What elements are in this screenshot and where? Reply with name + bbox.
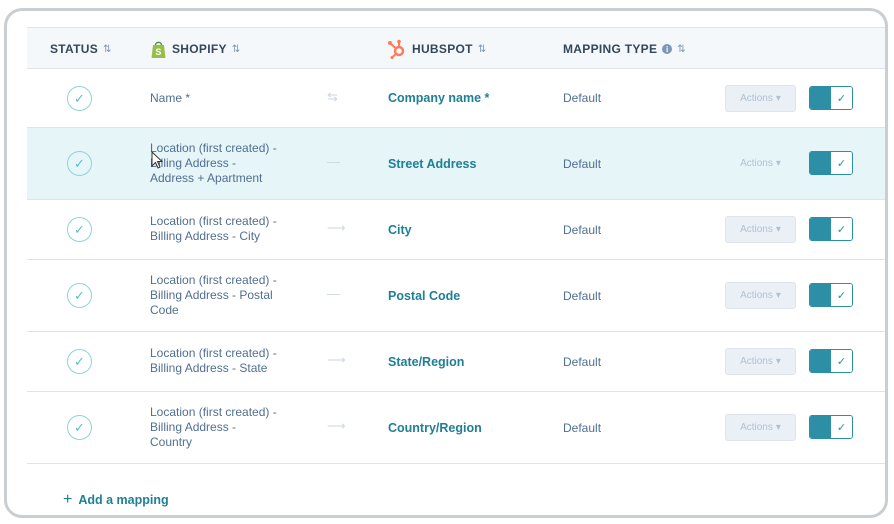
table-row: ✓ Location (first created) - Billing Add… — [27, 260, 885, 332]
hubspot-property-link[interactable]: Company name * — [388, 91, 489, 105]
sync-arrow-icon: ⟶ — [327, 352, 346, 367]
shopify-column-header[interactable]: S SHOPIFY ⇅ — [150, 28, 240, 70]
caret-down-icon: ▾ — [775, 356, 781, 367]
table-row: ✓ Location (first created) - Billing Add… — [27, 200, 885, 260]
sort-icon[interactable]: ⇅ — [232, 44, 241, 55]
check-icon: ✓ — [831, 87, 852, 109]
shopify-field-label: Location (first created) - Billing Addre… — [150, 214, 277, 243]
actions-dropdown-button[interactable]: Actions ▾ — [725, 85, 796, 112]
check-circle-icon: ✓ — [67, 217, 92, 242]
mapping-type-value: Default — [563, 289, 602, 303]
table-row: ✓ Location (first created) - Billing Add… — [27, 392, 885, 464]
mapping-toggle[interactable]: ✓ — [809, 415, 853, 439]
actions-label: Actions — [740, 93, 773, 104]
check-icon: ✓ — [831, 350, 852, 372]
plus-icon: + — [63, 491, 73, 508]
shopify-bag-icon: S — [151, 41, 166, 58]
add-mapping-button[interactable]: + Add a mapping — [63, 491, 169, 509]
check-icon: ✓ — [831, 416, 852, 438]
hubspot-property-link[interactable]: City — [388, 223, 412, 237]
check-circle-icon: ✓ — [67, 283, 92, 308]
mapping-type-value: Default — [563, 355, 602, 369]
mouse-cursor-icon — [151, 151, 163, 169]
add-mapping-label: Add a mapping — [78, 493, 169, 507]
toggle-knob — [810, 284, 831, 306]
mapping-toggle[interactable]: ✓ — [809, 217, 853, 241]
window-frame: STATUS ⇅ S SHOPIFY ⇅ HUBSPOT ⇅ MAPPING T… — [4, 8, 888, 518]
sort-icon[interactable]: ⇅ — [478, 44, 487, 55]
mapping-type-value: Default — [563, 91, 602, 105]
actions-dropdown-button[interactable]: Actions ▾ — [725, 414, 796, 441]
status-column-label: STATUS — [50, 42, 99, 56]
actions-label: Actions — [740, 356, 773, 367]
mapping-toggle[interactable]: ✓ — [809, 283, 853, 307]
check-circle-icon: ✓ — [67, 349, 92, 374]
shopify-field-label: Location (first created) - Billing Addre… — [150, 141, 277, 185]
mapping-type-value: Default — [563, 421, 602, 435]
check-circle-icon: ✓ — [67, 415, 92, 440]
mapping-toggle[interactable]: ✓ — [809, 86, 853, 110]
hubspot-column-header[interactable]: HUBSPOT ⇅ — [387, 28, 486, 70]
mapping-type-column-header[interactable]: MAPPING TYPE i ⇅ — [563, 28, 686, 70]
toggle-knob — [810, 416, 831, 438]
actions-label: Actions — [740, 422, 773, 433]
actions-label: Actions — [740, 290, 773, 301]
caret-down-icon: ▾ — [775, 290, 781, 301]
toggle-knob — [810, 152, 831, 174]
sort-icon[interactable]: ⇅ — [677, 44, 686, 55]
mapping-type-value: Default — [563, 223, 602, 237]
check-circle-icon: ✓ — [67, 86, 92, 111]
hubspot-property-link[interactable]: Country/Region — [388, 421, 482, 435]
hubspot-property-link[interactable]: State/Region — [388, 355, 464, 369]
hubspot-property-link[interactable]: Street Address — [388, 157, 476, 171]
toggle-knob — [810, 350, 831, 372]
shopify-column-label: SHOPIFY — [172, 42, 227, 56]
actions-label: Actions — [740, 224, 773, 235]
sync-arrow-icon: ⟶ — [327, 220, 346, 235]
sort-icon[interactable]: ⇅ — [103, 44, 112, 55]
sync-arrow-icon: ⇆ — [327, 89, 338, 104]
caret-down-icon: ▾ — [775, 158, 781, 169]
sync-arrow-icon: — — [327, 154, 340, 169]
toggle-knob — [810, 87, 831, 109]
table-header: STATUS ⇅ S SHOPIFY ⇅ HUBSPOT ⇅ MAPPING T… — [27, 27, 885, 70]
actions-label: Actions — [740, 158, 773, 169]
caret-down-icon: ▾ — [775, 224, 781, 235]
table-row: ✓ Name * ⇆ Company name * Default Action… — [27, 69, 885, 128]
hubspot-property-link[interactable]: Postal Code — [388, 289, 460, 303]
mapping-toggle[interactable]: ✓ — [809, 151, 853, 175]
caret-down-icon: ▾ — [775, 93, 781, 104]
actions-dropdown-button[interactable]: Actions ▾ — [725, 348, 796, 375]
shopify-field-label: Location (first created) - Billing Addre… — [150, 405, 277, 449]
shopify-field-label: Name * — [150, 91, 191, 105]
actions-dropdown-button[interactable]: Actions ▾ — [725, 216, 796, 243]
shopify-field-label: Location (first created) - Billing Addre… — [150, 346, 277, 375]
caret-down-icon: ▾ — [775, 422, 781, 433]
check-icon: ✓ — [831, 218, 852, 240]
mapping-type-column-label: MAPPING TYPE — [563, 42, 658, 56]
toggle-knob — [810, 218, 831, 240]
mapping-toggle[interactable]: ✓ — [809, 349, 853, 373]
sync-arrow-icon: — — [327, 286, 340, 301]
sync-arrow-icon: ⟶ — [327, 418, 346, 433]
mapping-type-value: Default — [563, 157, 602, 171]
check-icon: ✓ — [831, 152, 852, 174]
check-icon: ✓ — [831, 284, 852, 306]
hubspot-column-label: HUBSPOT — [412, 42, 473, 56]
svg-text:S: S — [155, 47, 161, 57]
hubspot-sprocket-icon — [388, 39, 405, 59]
actions-dropdown-button[interactable]: Actions ▾ — [725, 150, 796, 177]
shopify-field-label: Location (first created) - Billing Addre… — [150, 273, 277, 317]
info-icon[interactable]: i — [662, 44, 673, 54]
table-row: ✓ Location (first created) - Billing Add… — [27, 332, 885, 392]
status-column-header[interactable]: STATUS ⇅ — [50, 28, 112, 70]
mapping-table: STATUS ⇅ S SHOPIFY ⇅ HUBSPOT ⇅ MAPPING T… — [27, 27, 885, 513]
actions-dropdown-button[interactable]: Actions ▾ — [725, 282, 796, 309]
check-circle-icon: ✓ — [67, 151, 92, 176]
